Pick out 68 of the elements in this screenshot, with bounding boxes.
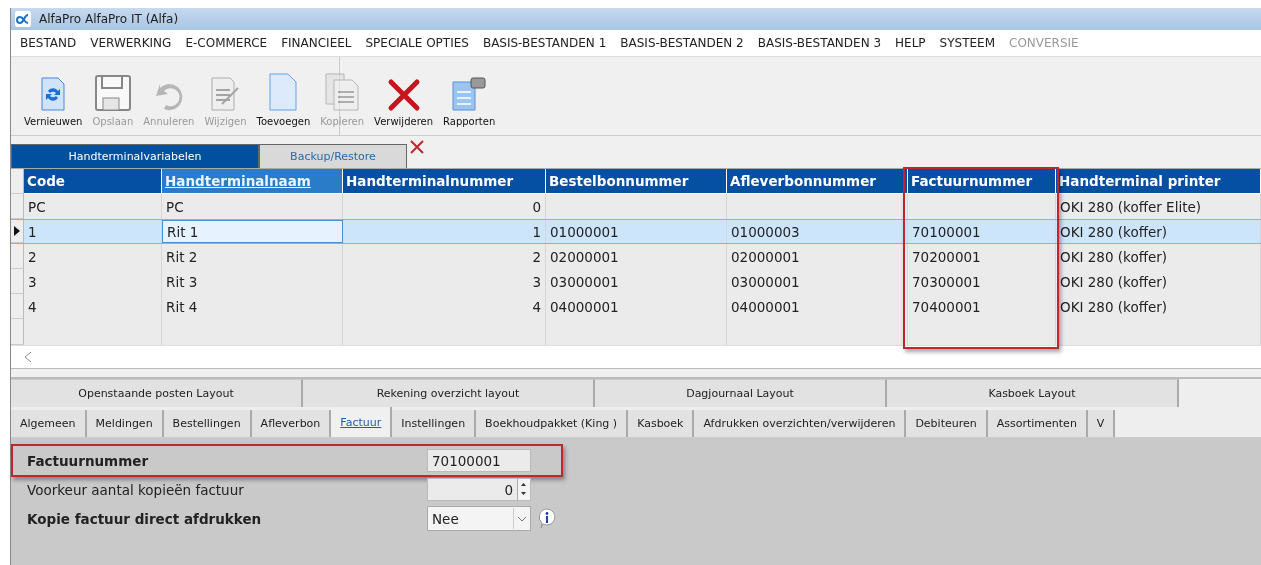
table-row[interactable]: 4 Rit 4 4 04000001 04000001 70400001 OKI 280 (koffer) xyxy=(11,294,1261,319)
menu-item[interactable]: BASIS-BESTANDEN 3 xyxy=(750,36,889,50)
report-printer-icon xyxy=(451,74,488,112)
tab[interactable]: Debiteuren xyxy=(906,410,988,437)
table-cell: Rit 1 xyxy=(162,220,343,243)
info-icon[interactable] xyxy=(537,507,557,530)
tab[interactable]: Meldingen xyxy=(86,410,164,437)
column-header[interactable]: Factuurnummer xyxy=(908,169,1056,193)
app-logo-icon xyxy=(15,11,31,27)
tab[interactable]: Assortimenten xyxy=(987,410,1088,437)
tab[interactable]: V xyxy=(1087,410,1116,437)
caret-icon[interactable] xyxy=(517,515,527,522)
toolbar-button[interactable]: Verwijderen xyxy=(369,65,439,127)
toolbar-button[interactable]: Toevoegen xyxy=(251,65,316,127)
number-spinner[interactable]: 0 xyxy=(427,478,531,501)
table-cell: 70100001 xyxy=(908,220,1056,243)
table-cell: 1 xyxy=(343,220,546,243)
dropdown[interactable]: Nee xyxy=(427,506,531,531)
menu-item[interactable]: HELP xyxy=(888,36,933,50)
refresh-icon xyxy=(40,76,67,112)
tab[interactable]: Openstaande posten Layout xyxy=(11,379,303,407)
tab[interactable]: Rekening overzicht layout xyxy=(303,379,595,407)
menu-item[interactable]: SPECIALE OPTIES xyxy=(358,36,476,50)
column-header[interactable]: Bestelbonnummer xyxy=(546,169,727,193)
column-header[interactable]: Handterminalnaam xyxy=(162,169,343,193)
copy-documents-icon xyxy=(324,72,361,112)
menu-item[interactable]: FINANCIEEL xyxy=(274,36,359,50)
menu-item[interactable]: SYSTEEM xyxy=(932,36,1003,50)
toolbar-button[interactable]: Vernieuwen xyxy=(19,65,88,127)
field-label: Factuurnummer xyxy=(26,452,150,469)
close-icon[interactable] xyxy=(410,140,424,154)
menu-item[interactable]: E-COMMERCE xyxy=(178,36,275,50)
input-field[interactable]: 70100001 xyxy=(427,449,531,472)
table-row[interactable]: PC PC 0 OKI 280 (koffer Elite) xyxy=(11,194,1261,219)
column-header[interactable]: Afleverbonnummer xyxy=(727,169,908,193)
menu-item[interactable]: BASIS-BESTANDEN 1 xyxy=(475,36,614,50)
table-row[interactable]: 3 Rit 3 3 03000001 03000001 70300001 OKI 280 (koffer) xyxy=(11,269,1261,294)
tab[interactable]: Afdrukken overzichten/verwijderen xyxy=(694,410,907,437)
table-cell: 01000001 xyxy=(546,220,727,243)
scroll-left-icon[interactable] xyxy=(25,352,31,362)
toolbar-button[interactable]: Rapporten xyxy=(438,65,501,127)
current-row-icon xyxy=(14,226,20,236)
table-cell: OKI 280 (koffer) xyxy=(1056,220,1261,243)
tab[interactable]: Afleverbon xyxy=(251,410,332,437)
tab[interactable]: Dagjournaal Layout xyxy=(595,379,887,407)
field-label: Kopie factuur direct afdrukken xyxy=(26,510,263,527)
cross-icon xyxy=(386,78,421,112)
tab[interactable]: Bestellingen xyxy=(163,410,252,437)
row-header[interactable] xyxy=(11,220,24,243)
tab[interactable]: Boekhoudpakket (King ) xyxy=(476,410,629,437)
tab[interactable]: Algemeen xyxy=(11,410,87,437)
menu-item[interactable]: VERWERKING xyxy=(83,36,179,50)
menu-item[interactable]: BASIS-BESTANDEN 2 xyxy=(613,36,751,50)
column-header[interactable]: Handterminalnummer xyxy=(343,169,546,193)
blank-document-icon xyxy=(268,72,299,112)
tab[interactable]: Instellingen xyxy=(392,410,477,437)
table-cell: 01000003 xyxy=(727,220,908,243)
column-header[interactable]: Code xyxy=(24,169,162,193)
table-row[interactable]: 1 Rit 1 1 01000001 01000003 70100001 OKI 280 (koffer) xyxy=(11,219,1261,244)
menu-item[interactable]: BESTAND xyxy=(13,36,84,50)
tab[interactable]: Backup/Restore xyxy=(259,144,407,168)
tab[interactable]: Kasboek Layout xyxy=(887,379,1179,407)
tab[interactable]: Handterminalvariabelen xyxy=(11,144,259,168)
tab[interactable]: Kasboek xyxy=(628,410,695,437)
field-label: Voorkeur aantal kopieën factuur xyxy=(26,481,245,498)
window-title: AlfaPro AlfaPro IT (Alfa) xyxy=(39,12,179,26)
column-header[interactable]: Handterminal printer xyxy=(1056,169,1261,193)
table-row[interactable]: 2 Rit 2 2 02000001 02000001 70200001 OKI 280 (koffer) xyxy=(11,244,1261,269)
